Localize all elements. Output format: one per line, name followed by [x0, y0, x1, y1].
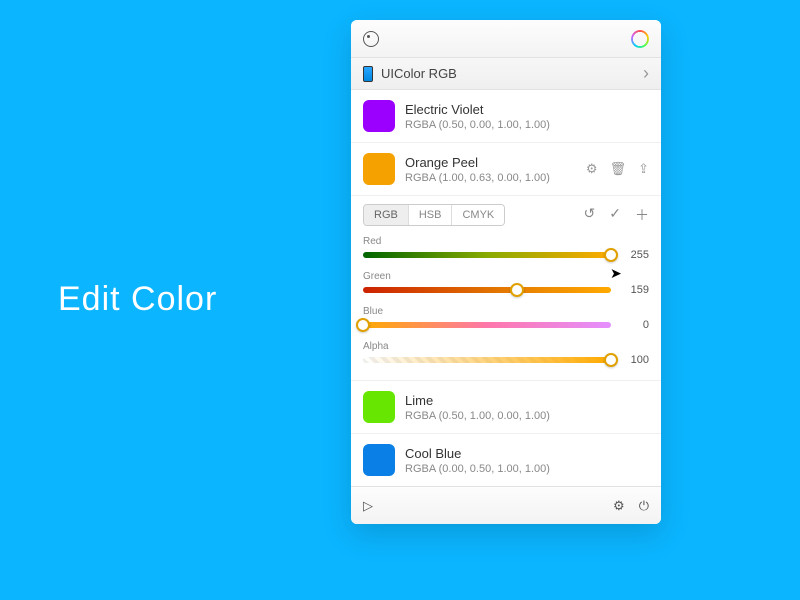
slider-label: Blue: [363, 306, 649, 317]
slider-value[interactable]: 159: [621, 284, 649, 296]
slider-track[interactable]: [363, 322, 611, 328]
slider-green: Green 159: [363, 271, 649, 296]
color-name: Orange Peel: [405, 155, 550, 170]
slider-label: Green: [363, 271, 649, 282]
slider-value[interactable]: 100: [621, 354, 649, 366]
color-code: RGBA (0.00, 0.50, 1.00, 1.00): [405, 463, 550, 475]
slider-alpha: Alpha 100: [363, 341, 649, 366]
slider-blue: Blue 0: [363, 306, 649, 331]
slider-thumb[interactable]: [356, 318, 370, 332]
color-name: Electric Violet: [405, 102, 550, 117]
share-icon[interactable]: ⇪: [638, 161, 649, 177]
slider-thumb[interactable]: [604, 353, 618, 367]
color-swatch: [363, 100, 395, 132]
slider-thumb[interactable]: [510, 283, 524, 297]
color-row[interactable]: Lime RGBA (0.50, 1.00, 0.00, 1.00): [351, 381, 661, 434]
slider-thumb[interactable]: [604, 248, 618, 262]
slider-label: Red: [363, 236, 649, 247]
slider-track[interactable]: [363, 357, 611, 363]
slider-label: Alpha: [363, 341, 649, 352]
color-name: Cool Blue: [405, 446, 550, 461]
color-editor: RGB HSB CMYK ↺ ✓ ＋ Red 255 Green: [351, 196, 661, 381]
slider-red: Red 255: [363, 236, 649, 261]
page-title: Edit Color: [58, 280, 217, 319]
tag-icon[interactable]: ▷: [363, 498, 373, 514]
trash-icon[interactable]: 🗑: [610, 161, 627, 177]
panel-footer: ▷ ⚙ ⏻: [351, 486, 661, 524]
color-name: Lime: [405, 393, 550, 408]
add-icon[interactable]: ＋: [635, 205, 649, 225]
eyedropper-icon[interactable]: [363, 31, 379, 47]
panel-header: [351, 20, 661, 58]
confirm-icon[interactable]: ✓: [609, 205, 621, 225]
power-icon[interactable]: ⏻: [639, 498, 649, 514]
color-code: RGBA (0.50, 0.00, 1.00, 1.00): [405, 119, 550, 131]
slider-track[interactable]: [363, 287, 611, 293]
slider-track[interactable]: [363, 252, 611, 258]
chevron-right-icon: ›: [643, 63, 649, 84]
color-code: RGBA (0.50, 1.00, 0.00, 1.00): [405, 410, 550, 422]
format-selector[interactable]: UIColor RGB ›: [351, 58, 661, 90]
mode-rgb[interactable]: RGB: [364, 205, 409, 225]
color-wheel-icon[interactable]: [631, 30, 649, 48]
color-swatch: [363, 153, 395, 185]
color-swatch: [363, 444, 395, 476]
device-icon: [363, 66, 373, 82]
color-row-selected[interactable]: Orange Peel RGBA (1.00, 0.63, 0.00, 1.00…: [351, 143, 661, 196]
color-swatch: [363, 391, 395, 423]
reset-icon[interactable]: ↺: [584, 205, 596, 225]
mode-hsb[interactable]: HSB: [409, 205, 453, 225]
mode-cmyk[interactable]: CMYK: [452, 205, 504, 225]
slider-value[interactable]: 255: [621, 249, 649, 261]
color-row[interactable]: Electric Violet RGBA (0.50, 0.00, 1.00, …: [351, 90, 661, 143]
color-row[interactable]: Cool Blue RGBA (0.00, 0.50, 1.00, 1.00): [351, 434, 661, 486]
gear-icon[interactable]: ⚙: [613, 498, 625, 514]
slider-value[interactable]: 0: [621, 319, 649, 331]
color-code: RGBA (1.00, 0.63, 0.00, 1.00): [405, 172, 550, 184]
color-panel: UIColor RGB › Electric Violet RGBA (0.50…: [351, 20, 661, 524]
adjust-icon[interactable]: ⚙: [586, 161, 598, 177]
format-label: UIColor RGB: [381, 66, 457, 81]
mode-segmented: RGB HSB CMYK: [363, 204, 505, 226]
